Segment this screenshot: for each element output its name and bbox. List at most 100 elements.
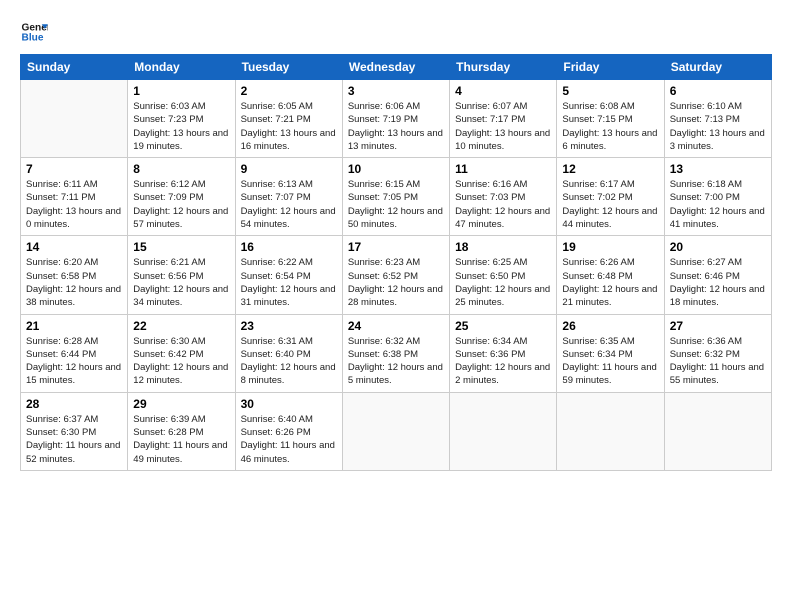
day-number: 25 bbox=[455, 319, 551, 333]
calendar-cell: 4 Sunrise: 6:07 AMSunset: 7:17 PMDaylight… bbox=[450, 80, 557, 158]
day-info: Sunrise: 6:11 AMSunset: 7:11 PMDaylight:… bbox=[26, 178, 122, 231]
day-number: 4 bbox=[455, 84, 551, 98]
day-info: Sunrise: 6:18 AMSunset: 7:00 PMDaylight:… bbox=[670, 178, 766, 231]
day-number: 26 bbox=[562, 319, 658, 333]
day-info: Sunrise: 6:07 AMSunset: 7:17 PMDaylight:… bbox=[455, 100, 551, 153]
day-info: Sunrise: 6:32 AMSunset: 6:38 PMDaylight:… bbox=[348, 335, 444, 388]
day-info: Sunrise: 6:12 AMSunset: 7:09 PMDaylight:… bbox=[133, 178, 229, 231]
calendar-cell: 1 Sunrise: 6:03 AMSunset: 7:23 PMDaylight… bbox=[128, 80, 235, 158]
logo-icon: General Blue bbox=[20, 18, 48, 46]
calendar-cell: 2 Sunrise: 6:05 AMSunset: 7:21 PMDaylight… bbox=[235, 80, 342, 158]
day-number: 12 bbox=[562, 162, 658, 176]
day-number: 13 bbox=[670, 162, 766, 176]
calendar-week-row: 7 Sunrise: 6:11 AMSunset: 7:11 PMDaylight… bbox=[21, 158, 772, 236]
calendar-cell: 14 Sunrise: 6:20 AMSunset: 6:58 PMDayligh… bbox=[21, 236, 128, 314]
day-number: 9 bbox=[241, 162, 337, 176]
calendar-cell: 13 Sunrise: 6:18 AMSunset: 7:00 PMDayligh… bbox=[664, 158, 771, 236]
day-info: Sunrise: 6:34 AMSunset: 6:36 PMDaylight:… bbox=[455, 335, 551, 388]
day-number: 14 bbox=[26, 240, 122, 254]
day-info: Sunrise: 6:06 AMSunset: 7:19 PMDaylight:… bbox=[348, 100, 444, 153]
day-info: Sunrise: 6:35 AMSunset: 6:34 PMDaylight:… bbox=[562, 335, 658, 388]
day-number: 29 bbox=[133, 397, 229, 411]
day-info: Sunrise: 6:10 AMSunset: 7:13 PMDaylight:… bbox=[670, 100, 766, 153]
calendar-cell bbox=[664, 392, 771, 470]
day-number: 15 bbox=[133, 240, 229, 254]
calendar-cell: 18Sunrise: 6:25 AMSunset: 6:50 PMDayligh… bbox=[450, 236, 557, 314]
day-info: Sunrise: 6:23 AMSunset: 6:52 PMDaylight:… bbox=[348, 256, 444, 309]
day-info: Sunrise: 6:31 AMSunset: 6:40 PMDaylight:… bbox=[241, 335, 337, 388]
calendar-cell: 3 Sunrise: 6:06 AMSunset: 7:19 PMDaylight… bbox=[342, 80, 449, 158]
calendar-cell: 8 Sunrise: 6:12 AMSunset: 7:09 PMDaylight… bbox=[128, 158, 235, 236]
day-number: 20 bbox=[670, 240, 766, 254]
calendar-week-row: 1 Sunrise: 6:03 AMSunset: 7:23 PMDaylight… bbox=[21, 80, 772, 158]
day-number: 10 bbox=[348, 162, 444, 176]
day-info: Sunrise: 6:05 AMSunset: 7:21 PMDaylight:… bbox=[241, 100, 337, 153]
calendar-week-row: 21 Sunrise: 6:28 AMSunset: 6:44 PMDayligh… bbox=[21, 314, 772, 392]
calendar-week-row: 14 Sunrise: 6:20 AMSunset: 6:58 PMDayligh… bbox=[21, 236, 772, 314]
calendar-cell: 28 Sunrise: 6:37 AMSunset: 6:30 PMDayligh… bbox=[21, 392, 128, 470]
calendar-week-row: 28 Sunrise: 6:37 AMSunset: 6:30 PMDayligh… bbox=[21, 392, 772, 470]
logo: General Blue bbox=[20, 18, 48, 46]
svg-text:Blue: Blue bbox=[22, 33, 44, 44]
calendar-cell: 25 Sunrise: 6:34 AMSunset: 6:36 PMDayligh… bbox=[450, 314, 557, 392]
day-number: 3 bbox=[348, 84, 444, 98]
calendar-cell: 15Sunrise: 6:21 AMSunset: 6:56 PMDayligh… bbox=[128, 236, 235, 314]
calendar-cell: 26 Sunrise: 6:35 AMSunset: 6:34 PMDayligh… bbox=[557, 314, 664, 392]
calendar-cell: 16Sunrise: 6:22 AMSunset: 6:54 PMDayligh… bbox=[235, 236, 342, 314]
calendar-cell: 7 Sunrise: 6:11 AMSunset: 7:11 PMDaylight… bbox=[21, 158, 128, 236]
day-number: 21 bbox=[26, 319, 122, 333]
day-info: Sunrise: 6:15 AMSunset: 7:05 PMDaylight:… bbox=[348, 178, 444, 231]
weekday-header: Friday bbox=[557, 55, 664, 80]
day-number: 23 bbox=[241, 319, 337, 333]
day-number: 1 bbox=[133, 84, 229, 98]
day-number: 2 bbox=[241, 84, 337, 98]
page-header: General Blue bbox=[20, 18, 772, 46]
day-number: 28 bbox=[26, 397, 122, 411]
day-info: Sunrise: 6:08 AMSunset: 7:15 PMDaylight:… bbox=[562, 100, 658, 153]
day-number: 24 bbox=[348, 319, 444, 333]
day-number: 19 bbox=[562, 240, 658, 254]
calendar-cell: 21 Sunrise: 6:28 AMSunset: 6:44 PMDayligh… bbox=[21, 314, 128, 392]
day-info: Sunrise: 6:03 AMSunset: 7:23 PMDaylight:… bbox=[133, 100, 229, 153]
calendar-cell: 6 Sunrise: 6:10 AMSunset: 7:13 PMDaylight… bbox=[664, 80, 771, 158]
calendar-cell: 29 Sunrise: 6:39 AMSunset: 6:28 PMDayligh… bbox=[128, 392, 235, 470]
calendar-cell: 10 Sunrise: 6:15 AMSunset: 7:05 PMDayligh… bbox=[342, 158, 449, 236]
weekday-header: Thursday bbox=[450, 55, 557, 80]
calendar-cell bbox=[450, 392, 557, 470]
calendar-cell: 27 Sunrise: 6:36 AMSunset: 6:32 PMDayligh… bbox=[664, 314, 771, 392]
day-info: Sunrise: 6:40 AMSunset: 6:26 PMDaylight:… bbox=[241, 413, 337, 466]
day-info: Sunrise: 6:26 AMSunset: 6:48 PMDaylight:… bbox=[562, 256, 658, 309]
weekday-header: Wednesday bbox=[342, 55, 449, 80]
calendar-cell: 9 Sunrise: 6:13 AMSunset: 7:07 PMDaylight… bbox=[235, 158, 342, 236]
day-info: Sunrise: 6:16 AMSunset: 7:03 PMDaylight:… bbox=[455, 178, 551, 231]
weekday-header: Monday bbox=[128, 55, 235, 80]
calendar-cell: 23 Sunrise: 6:31 AMSunset: 6:40 PMDayligh… bbox=[235, 314, 342, 392]
calendar-table: SundayMondayTuesdayWednesdayThursdayFrid… bbox=[20, 54, 772, 471]
day-number: 8 bbox=[133, 162, 229, 176]
day-number: 17 bbox=[348, 240, 444, 254]
calendar-cell: 20 Sunrise: 6:27 AMSunset: 6:46 PMDayligh… bbox=[664, 236, 771, 314]
calendar-cell bbox=[557, 392, 664, 470]
day-info: Sunrise: 6:30 AMSunset: 6:42 PMDaylight:… bbox=[133, 335, 229, 388]
day-info: Sunrise: 6:25 AMSunset: 6:50 PMDaylight:… bbox=[455, 256, 551, 309]
day-number: 6 bbox=[670, 84, 766, 98]
calendar-header-row: SundayMondayTuesdayWednesdayThursdayFrid… bbox=[21, 55, 772, 80]
day-info: Sunrise: 6:13 AMSunset: 7:07 PMDaylight:… bbox=[241, 178, 337, 231]
day-number: 5 bbox=[562, 84, 658, 98]
day-number: 27 bbox=[670, 319, 766, 333]
calendar-cell: 30Sunrise: 6:40 AMSunset: 6:26 PMDayligh… bbox=[235, 392, 342, 470]
day-info: Sunrise: 6:20 AMSunset: 6:58 PMDaylight:… bbox=[26, 256, 122, 309]
calendar-cell: 19 Sunrise: 6:26 AMSunset: 6:48 PMDayligh… bbox=[557, 236, 664, 314]
calendar-cell: 12 Sunrise: 6:17 AMSunset: 7:02 PMDayligh… bbox=[557, 158, 664, 236]
day-info: Sunrise: 6:37 AMSunset: 6:30 PMDaylight:… bbox=[26, 413, 122, 466]
day-info: Sunrise: 6:28 AMSunset: 6:44 PMDaylight:… bbox=[26, 335, 122, 388]
day-info: Sunrise: 6:39 AMSunset: 6:28 PMDaylight:… bbox=[133, 413, 229, 466]
day-number: 7 bbox=[26, 162, 122, 176]
day-info: Sunrise: 6:36 AMSunset: 6:32 PMDaylight:… bbox=[670, 335, 766, 388]
weekday-header: Tuesday bbox=[235, 55, 342, 80]
day-number: 22 bbox=[133, 319, 229, 333]
day-info: Sunrise: 6:27 AMSunset: 6:46 PMDaylight:… bbox=[670, 256, 766, 309]
weekday-header: Sunday bbox=[21, 55, 128, 80]
day-info: Sunrise: 6:17 AMSunset: 7:02 PMDaylight:… bbox=[562, 178, 658, 231]
calendar-cell bbox=[21, 80, 128, 158]
